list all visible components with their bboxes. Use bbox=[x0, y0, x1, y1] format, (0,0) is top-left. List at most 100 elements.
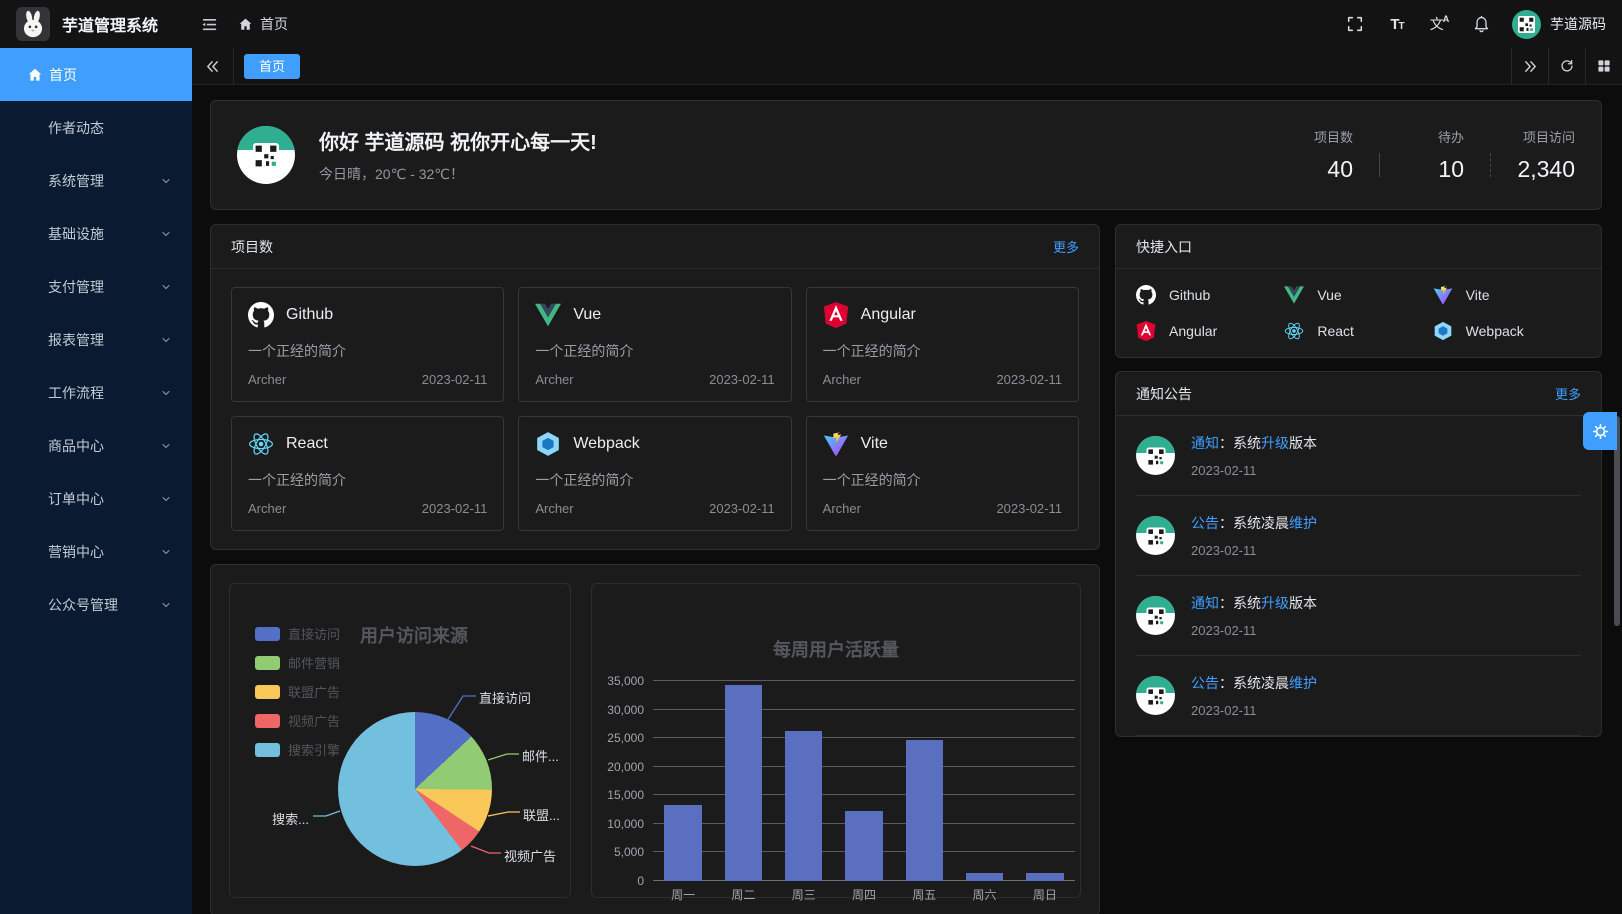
legend-item[interactable]: 视频广告 bbox=[255, 711, 340, 730]
x-tick-label: 周二 bbox=[713, 886, 773, 903]
quick-link-vite[interactable]: Vite bbox=[1433, 285, 1581, 305]
shortcuts-card-title: 快捷入口 bbox=[1136, 237, 1192, 257]
legend-item[interactable]: 联盟广告 bbox=[255, 682, 340, 701]
sidebar-item-label: 订单中心 bbox=[48, 489, 104, 509]
notice-item[interactable]: 公告：系统凌晨维护2023-02-11 bbox=[1136, 496, 1581, 576]
quick-link-vue[interactable]: Vue bbox=[1284, 285, 1432, 305]
legend-item[interactable]: 直接访问 bbox=[255, 624, 340, 643]
legend-label: 联盟广告 bbox=[288, 682, 340, 701]
project-name: React bbox=[286, 435, 328, 453]
notice-item[interactable]: 通知：系统升级版本2023-02-11 bbox=[1136, 416, 1581, 496]
welcome-avatar bbox=[237, 126, 295, 184]
sidebar-item-marketing[interactable]: 营销中心 bbox=[0, 525, 192, 578]
user-menu[interactable]: 芋道源码 bbox=[1512, 10, 1606, 39]
sidebar-item-label: 工作流程 bbox=[48, 383, 104, 403]
tags-menu-button[interactable] bbox=[1585, 48, 1622, 84]
chevron-down-icon bbox=[160, 228, 172, 240]
tags-scroll-right-button[interactable] bbox=[1511, 48, 1548, 84]
project-card-vite[interactable]: Vite一个正经的简介Archer2023-02-11 bbox=[806, 416, 1079, 531]
legend-swatch bbox=[255, 656, 280, 670]
legend-swatch bbox=[255, 685, 280, 699]
bar-x-axis: 周一周二周三周四周五周六周日 bbox=[653, 886, 1075, 903]
quick-link-label: React bbox=[1317, 323, 1354, 339]
project-card-webpack[interactable]: Webpack一个正经的简介Archer2023-02-11 bbox=[518, 416, 791, 531]
bar-slot bbox=[713, 681, 773, 881]
sidebar-item-product[interactable]: 商品中心 bbox=[0, 419, 192, 472]
quick-link-angular[interactable]: Angular bbox=[1136, 321, 1284, 341]
notice-item[interactable]: 通知：系统升级版本2023-02-11 bbox=[1136, 576, 1581, 656]
breadcrumb[interactable]: 首页 bbox=[238, 14, 288, 34]
sidebar-item-infra[interactable]: 基础设施 bbox=[0, 207, 192, 260]
legend-swatch bbox=[255, 743, 280, 757]
project-card-vue[interactable]: Vue一个正经的简介Archer2023-02-11 bbox=[518, 287, 791, 402]
legend-item[interactable]: 邮件营销 bbox=[255, 653, 340, 672]
sidebar-item-label: 作者动态 bbox=[48, 118, 104, 138]
sidebar-item-workflow[interactable]: 工作流程 bbox=[0, 366, 192, 419]
header-actions: TT 文A 芋道源码 bbox=[1338, 7, 1606, 41]
pie-callout-label: 邮件... bbox=[522, 746, 559, 765]
projects-grid: Github一个正经的简介Archer2023-02-11Vue一个正经的简介A… bbox=[211, 269, 1099, 549]
chevron-down-icon bbox=[160, 175, 172, 187]
sidebar-item-mp[interactable]: 公众号管理 bbox=[0, 578, 192, 631]
bar bbox=[725, 685, 762, 881]
tabs: 首页 bbox=[234, 48, 1511, 84]
main-content: 你好 芋道源码 祝你开心每一天! 今日晴，20℃ - 32℃！ 项目数 40 待… bbox=[192, 85, 1622, 914]
x-tick-label: 周四 bbox=[834, 886, 894, 903]
legend-swatch bbox=[255, 714, 280, 728]
sidebar-item-system[interactable]: 系统管理 bbox=[0, 154, 192, 207]
notification-button[interactable] bbox=[1464, 7, 1498, 41]
project-card-github[interactable]: Github一个正经的简介Archer2023-02-11 bbox=[231, 287, 504, 402]
sidebar-item-report[interactable]: 报表管理 bbox=[0, 313, 192, 366]
github-icon bbox=[248, 302, 274, 328]
bar bbox=[845, 811, 882, 882]
project-description: 一个正经的简介 bbox=[535, 470, 774, 490]
project-card-react[interactable]: React一个正经的简介Archer2023-02-11 bbox=[231, 416, 504, 531]
vite-icon bbox=[1433, 285, 1453, 305]
qr-avatar-icon bbox=[1146, 448, 1165, 467]
quick-link-react[interactable]: React bbox=[1284, 321, 1432, 341]
fullscreen-button[interactable] bbox=[1338, 7, 1372, 41]
vite-icon bbox=[823, 431, 849, 457]
qr-avatar-icon bbox=[1518, 16, 1535, 33]
charts-card: 直接访问邮件营销联盟广告视频广告搜索引擎 用户访问来源 直接访问邮件...联盟.… bbox=[210, 564, 1100, 914]
sidebar-item-label: 公众号管理 bbox=[48, 595, 118, 615]
sidebar-item-label: 首页 bbox=[49, 65, 77, 85]
legend-swatch bbox=[255, 627, 280, 641]
stat-value: 2,340 bbox=[1517, 156, 1575, 183]
quick-link-webpack[interactable]: Webpack bbox=[1433, 321, 1581, 341]
notice-avatar bbox=[1136, 676, 1175, 715]
project-date: 2023-02-11 bbox=[709, 501, 775, 516]
sidebar-item-order[interactable]: 订单中心 bbox=[0, 472, 192, 525]
project-card-angular[interactable]: Angular一个正经的简介Archer2023-02-11 bbox=[806, 287, 1079, 402]
notice-date: 2023-02-11 bbox=[1191, 703, 1317, 718]
notices-more-link[interactable]: 更多 bbox=[1555, 384, 1581, 403]
quick-link-github[interactable]: Github bbox=[1136, 285, 1284, 305]
chevron-down-icon bbox=[160, 281, 172, 293]
legend-item[interactable]: 搜索引擎 bbox=[255, 740, 340, 759]
font-size-button[interactable]: TT bbox=[1380, 7, 1414, 41]
quick-link-label: Vite bbox=[1466, 287, 1490, 303]
tab-home[interactable]: 首页 bbox=[244, 54, 300, 79]
projects-more-link[interactable]: 更多 bbox=[1053, 237, 1079, 256]
stat-label: 项目数 bbox=[1314, 127, 1353, 146]
notice-item[interactable]: 公告：系统凌晨维护2023-02-11 bbox=[1136, 656, 1581, 736]
sidebar-item-author[interactable]: 作者动态 bbox=[0, 101, 192, 154]
vue-icon bbox=[1284, 285, 1304, 305]
language-button[interactable]: 文A bbox=[1422, 7, 1456, 41]
tags-scroll-left-button[interactable] bbox=[192, 48, 234, 84]
theme-settings-button[interactable] bbox=[1583, 412, 1617, 450]
y-tick-label: 25,000 bbox=[607, 731, 644, 745]
project-name: Vite bbox=[861, 435, 888, 453]
y-tick-label: 10,000 bbox=[607, 817, 644, 831]
double-chevron-right-icon bbox=[1522, 58, 1539, 75]
sidebar-collapse-button[interactable] bbox=[194, 9, 224, 39]
double-chevron-left-icon bbox=[204, 58, 221, 75]
chevron-down-icon bbox=[160, 546, 172, 558]
notice-title: 通知：系统升级版本 bbox=[1191, 593, 1317, 613]
x-tick-label: 周三 bbox=[774, 886, 834, 903]
refresh-page-button[interactable] bbox=[1548, 48, 1585, 84]
sidebar-item-label: 基础设施 bbox=[48, 224, 104, 244]
sidebar-item-home[interactable]: 首页 bbox=[0, 48, 192, 101]
sidebar-item-pay[interactable]: 支付管理 bbox=[0, 260, 192, 313]
pie-callout-label: 搜索... bbox=[272, 809, 309, 828]
